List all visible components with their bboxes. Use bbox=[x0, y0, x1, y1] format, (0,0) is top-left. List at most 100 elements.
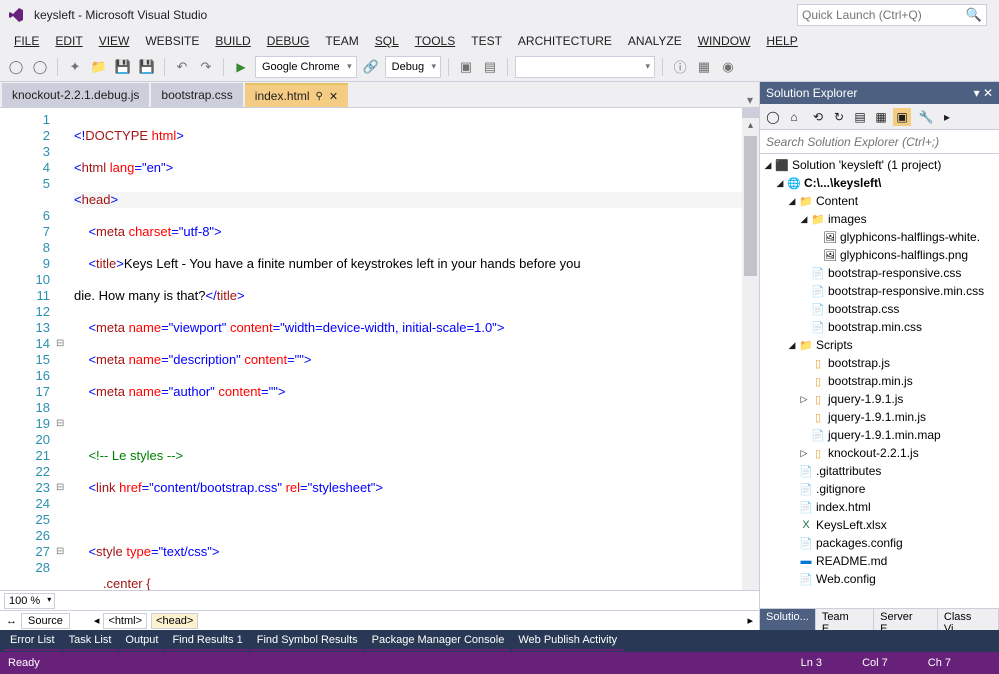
file-gitignore[interactable]: 📄.gitignore bbox=[760, 480, 999, 498]
save-all-icon[interactable]: 💾 bbox=[137, 57, 157, 77]
more-icon[interactable]: ▸ bbox=[938, 108, 956, 126]
file-css3[interactable]: 📄bootstrap.css bbox=[760, 300, 999, 318]
ptab-team[interactable]: Team E... bbox=[816, 609, 874, 630]
pin-icon[interactable]: ⚲ bbox=[316, 91, 323, 102]
undo-icon[interactable]: ↶ bbox=[172, 57, 192, 77]
file-css1[interactable]: 📄bootstrap-responsive.css bbox=[760, 264, 999, 282]
menu-architecture[interactable]: ARCHITECTURE bbox=[512, 32, 618, 50]
file-css4[interactable]: 📄bootstrap.min.css bbox=[760, 318, 999, 336]
empty-dropdown[interactable] bbox=[515, 56, 655, 78]
crumb-nav-left-icon[interactable]: ◂ bbox=[94, 614, 100, 627]
btab-tasklist[interactable]: Task List bbox=[63, 631, 118, 651]
scroll-thumb[interactable] bbox=[744, 136, 757, 276]
solution-search-input[interactable] bbox=[760, 130, 999, 153]
panel-dropdown-icon[interactable]: ▾ bbox=[974, 86, 980, 100]
home-icon[interactable]: ⌂ bbox=[785, 108, 803, 126]
folder-content[interactable]: ◢📁Content bbox=[760, 192, 999, 210]
quick-launch[interactable]: 🔍 bbox=[797, 4, 987, 26]
save-icon[interactable]: 💾 bbox=[113, 57, 133, 77]
menu-tools[interactable]: TOOLS bbox=[409, 32, 461, 50]
ptab-solution[interactable]: Solutio... bbox=[760, 609, 816, 630]
start-icon[interactable]: ▶ bbox=[231, 57, 251, 77]
file-index[interactable]: 📄index.html bbox=[760, 498, 999, 516]
btab-find1[interactable]: Find Results 1 bbox=[166, 631, 248, 651]
tab-overflow-icon[interactable]: ▾ bbox=[747, 93, 759, 107]
file-js4[interactable]: ▯jquery-1.9.1.min.js bbox=[760, 408, 999, 426]
file-readme[interactable]: ▬README.md bbox=[760, 552, 999, 570]
menu-test[interactable]: TEST bbox=[465, 32, 508, 50]
close-icon[interactable]: ✕ bbox=[329, 90, 338, 103]
menu-analyze[interactable]: ANALYZE bbox=[622, 32, 688, 50]
file-xlsx[interactable]: XKeysLeft.xlsx bbox=[760, 516, 999, 534]
source-view-button[interactable]: Source bbox=[21, 613, 70, 629]
show-all-icon[interactable]: ▦ bbox=[872, 108, 890, 126]
nav-fwd-icon[interactable]: ◯ bbox=[30, 57, 50, 77]
open-icon[interactable]: 📁 bbox=[89, 57, 109, 77]
btab-pmc[interactable]: Package Manager Console bbox=[366, 631, 511, 651]
menu-window[interactable]: WINDOW bbox=[692, 32, 757, 50]
btab-output[interactable]: Output bbox=[119, 631, 164, 651]
solution-root[interactable]: ◢⬛Solution 'keysleft' (1 project) bbox=[760, 156, 999, 174]
ext-icon[interactable]: ▦ bbox=[694, 57, 714, 77]
menu-debug[interactable]: DEBUG bbox=[261, 32, 316, 50]
tool1-icon[interactable]: ▣ bbox=[456, 57, 476, 77]
feedback-icon[interactable]: ◉ bbox=[718, 57, 738, 77]
properties-icon[interactable]: 🔧 bbox=[917, 108, 935, 126]
btab-errorlist[interactable]: Error List bbox=[4, 631, 61, 651]
scroll-up-icon[interactable]: ▴ bbox=[742, 120, 759, 131]
nav-back-icon[interactable]: ◯ bbox=[6, 57, 26, 77]
file-js6[interactable]: ▷▯knockout-2.2.1.js bbox=[760, 444, 999, 462]
browser-link-icon[interactable]: 🔗 bbox=[361, 57, 381, 77]
folder-scripts[interactable]: ◢📁Scripts bbox=[760, 336, 999, 354]
preview-icon[interactable]: ▣ bbox=[893, 108, 911, 126]
menu-edit[interactable]: EDIT bbox=[49, 32, 88, 50]
file-img2[interactable]: 🖼glyphicons-halflings.png bbox=[760, 246, 999, 264]
menu-sql[interactable]: SQL bbox=[369, 32, 405, 50]
crumb-html[interactable]: <html> bbox=[103, 613, 147, 629]
file-packages[interactable]: 📄packages.config bbox=[760, 534, 999, 552]
new-project-icon[interactable]: ✦ bbox=[65, 57, 85, 77]
menu-file[interactable]: FILE bbox=[8, 32, 45, 50]
btab-findsym[interactable]: Find Symbol Results bbox=[251, 631, 364, 651]
collapse-icon[interactable]: ▤ bbox=[851, 108, 869, 126]
zoom-dropdown[interactable]: 100 % bbox=[4, 593, 55, 609]
back-icon[interactable]: ◯ bbox=[764, 108, 782, 126]
panel-close-icon[interactable]: ✕ bbox=[983, 86, 993, 100]
redo-icon[interactable]: ↷ bbox=[196, 57, 216, 77]
split-handle-icon[interactable] bbox=[742, 108, 759, 118]
file-js1[interactable]: ▯bootstrap.js bbox=[760, 354, 999, 372]
menu-build[interactable]: BUILD bbox=[209, 32, 256, 50]
btab-webpub[interactable]: Web Publish Activity bbox=[512, 631, 623, 651]
project-node[interactable]: ◢🌐C:\...\keysleft\ bbox=[760, 174, 999, 192]
menu-help[interactable]: HELP bbox=[760, 32, 803, 50]
browser-dropdown[interactable]: Google Chrome bbox=[255, 56, 357, 78]
menu-website[interactable]: WEBSITE bbox=[139, 32, 205, 50]
refresh-icon[interactable]: ↻ bbox=[830, 108, 848, 126]
file-js3[interactable]: ▷▯jquery-1.9.1.js bbox=[760, 390, 999, 408]
sync-icon[interactable]: ⟲ bbox=[809, 108, 827, 126]
tab-index[interactable]: index.html⚲✕ bbox=[245, 83, 348, 107]
solution-search[interactable] bbox=[760, 130, 999, 154]
file-js5[interactable]: 📄jquery-1.9.1.min.map bbox=[760, 426, 999, 444]
crumb-head[interactable]: <head> bbox=[151, 613, 198, 629]
info-icon[interactable]: ⓘ bbox=[670, 57, 690, 77]
folder-images[interactable]: ◢📁images bbox=[760, 210, 999, 228]
menu-view[interactable]: VIEW bbox=[93, 32, 136, 50]
design-view-icon[interactable]: ↔ bbox=[6, 615, 17, 627]
panel-title[interactable]: Solution Explorer ▾ ✕ bbox=[760, 82, 999, 104]
quick-launch-input[interactable] bbox=[802, 8, 966, 22]
ptab-server[interactable]: Server E... bbox=[874, 609, 938, 630]
menu-team[interactable]: TEAM bbox=[319, 32, 364, 50]
file-gitattr[interactable]: 📄.gitattributes bbox=[760, 462, 999, 480]
crumb-nav-right-icon[interactable]: ▸ bbox=[747, 614, 753, 627]
file-webconfig[interactable]: 📄Web.config bbox=[760, 570, 999, 588]
tab-bootstrap[interactable]: bootstrap.css bbox=[151, 83, 242, 107]
code-editor[interactable]: 1234567891011121314151617181920212223242… bbox=[0, 108, 759, 590]
config-dropdown[interactable]: Debug bbox=[385, 56, 441, 78]
solution-tree[interactable]: ◢⬛Solution 'keysleft' (1 project) ◢🌐C:\.… bbox=[760, 154, 999, 608]
code-content[interactable]: <!DOCTYPE html> <html lang="en"> <head> … bbox=[70, 108, 742, 590]
tool2-icon[interactable]: ▤ bbox=[480, 57, 500, 77]
file-js2[interactable]: ▯bootstrap.min.js bbox=[760, 372, 999, 390]
file-css2[interactable]: 📄bootstrap-responsive.min.css bbox=[760, 282, 999, 300]
fold-gutter[interactable]: ⊟⊟⊟⊟ bbox=[56, 108, 70, 590]
